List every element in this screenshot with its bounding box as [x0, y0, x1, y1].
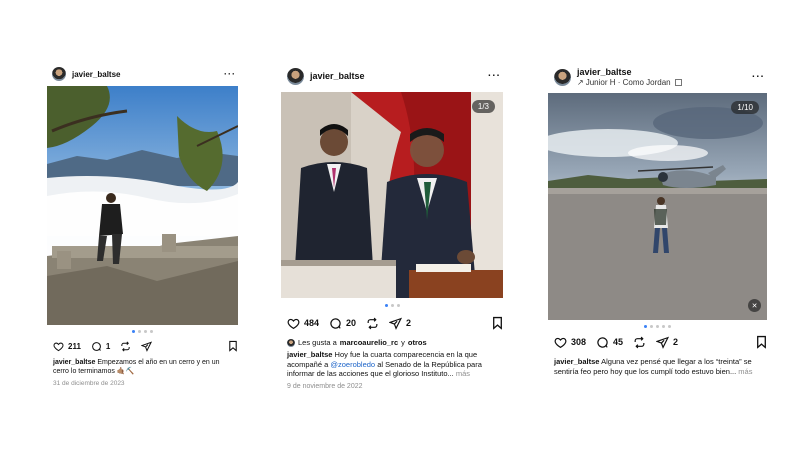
- carousel-dot: [650, 325, 653, 328]
- repost-action[interactable]: [366, 317, 379, 330]
- liked-by: Les gusta a marcoaurelio_rc y otros: [281, 338, 503, 348]
- carousel-dot: [132, 330, 135, 333]
- bookmark-icon[interactable]: [756, 335, 767, 349]
- comment-count: 45: [613, 337, 624, 347]
- username[interactable]: javier_baltse: [310, 71, 365, 81]
- carousel-dot: [144, 330, 147, 333]
- repost-icon[interactable]: [120, 341, 131, 352]
- comment-action[interactable]: 45: [596, 336, 623, 349]
- post-date: 31 de diciembre de 2023: [53, 380, 125, 388]
- post-image[interactable]: [47, 86, 238, 325]
- more-options-icon[interactable]: ···: [488, 71, 501, 82]
- like-count: 211: [68, 341, 81, 351]
- avatar[interactable]: [52, 67, 66, 81]
- comment-action[interactable]: 20: [329, 317, 356, 330]
- post-2: javier_baltse ··· 1/3 484 20 2 Les gusta…: [281, 62, 503, 392]
- like-count: 308: [571, 337, 587, 347]
- post-date: 9 de noviembre de 2022: [287, 383, 363, 390]
- carousel-dots: [47, 330, 238, 333]
- carousel-dot: [150, 330, 153, 333]
- username[interactable]: javier_baltse: [577, 67, 682, 77]
- comment-action[interactable]: 1: [91, 341, 110, 352]
- post-image[interactable]: 1/10 ✕: [548, 93, 767, 320]
- share-count: 2: [406, 318, 412, 328]
- post-actions: 211 1: [47, 339, 238, 353]
- like-action[interactable]: 308: [554, 336, 586, 349]
- audio-badge-icon: [674, 79, 682, 86]
- carousel-dots: [281, 304, 503, 307]
- carousel-dot: [668, 325, 671, 328]
- liker-avatar[interactable]: [287, 338, 295, 347]
- share-action[interactable]: 2: [656, 336, 678, 349]
- carousel-dot: [656, 325, 659, 328]
- mute-icon[interactable]: ✕: [748, 299, 761, 312]
- caption: javier_baltse Hoy fue la cuarta comparec…: [281, 350, 503, 379]
- liked-by-user[interactable]: marcoaurelio_rc: [340, 338, 398, 348]
- like-count: 484: [304, 318, 320, 328]
- carousel-dot: [390, 304, 394, 307]
- share-action[interactable]: [141, 341, 153, 352]
- caption-mention[interactable]: @zoerobledo: [330, 360, 375, 369]
- share-icon[interactable]: [656, 336, 670, 349]
- caption-username[interactable]: javier_baltse: [53, 359, 95, 366]
- post-actions: 308 45 2: [548, 334, 767, 350]
- share-icon[interactable]: [141, 341, 153, 352]
- carousel-dots: [548, 325, 767, 328]
- post-actions: 484 20 2: [281, 315, 503, 331]
- avatar[interactable]: [287, 67, 304, 85]
- liked-by-suffix: y: [401, 338, 405, 347]
- repost-action[interactable]: [120, 341, 131, 352]
- comment-count: 1: [105, 341, 111, 351]
- audio-track[interactable]: ↗ Junior H · Como Jordan: [577, 78, 682, 87]
- more-options-icon[interactable]: ···: [224, 69, 236, 79]
- senate-photo: [281, 92, 503, 298]
- audio-track-label: Junior H · Como Jordan: [585, 78, 671, 87]
- carousel-dot: [644, 325, 647, 328]
- repost-action[interactable]: [633, 336, 646, 349]
- comment-count: 20: [346, 318, 357, 328]
- bookmark-icon[interactable]: [492, 316, 503, 330]
- carousel-counter: 1/3: [471, 100, 495, 113]
- post-header: javier_baltse ···: [47, 63, 238, 85]
- post-3: javier_baltse ↗ Junior H · Como Jordan ·…: [548, 62, 767, 392]
- carousel-dot: [138, 330, 141, 333]
- mountain-photo: [47, 86, 238, 325]
- username[interactable]: javier_baltse: [72, 70, 120, 79]
- heart-icon[interactable]: [287, 317, 300, 330]
- liked-by-prefix: Les gusta a: [298, 338, 337, 347]
- like-action[interactable]: 484: [287, 317, 319, 330]
- carousel-dot: [662, 325, 665, 328]
- liked-by-others[interactable]: otros: [408, 338, 427, 348]
- comment-icon[interactable]: [329, 317, 342, 330]
- caption-username[interactable]: javier_baltse: [554, 357, 599, 366]
- caption-more[interactable]: más: [456, 369, 470, 378]
- repost-icon[interactable]: [633, 336, 646, 349]
- post-1: javier_baltse ··· 211 1 javier_baltse Em…: [47, 63, 238, 393]
- caption: javier_baltse Alguna vez pensé que llega…: [548, 357, 767, 377]
- share-icon[interactable]: [389, 317, 403, 330]
- carousel-dot: [384, 304, 388, 307]
- repost-icon[interactable]: [366, 317, 379, 330]
- carousel-counter: 1/10: [731, 101, 759, 114]
- bookmark-icon[interactable]: [228, 340, 238, 352]
- heart-icon[interactable]: [554, 336, 567, 349]
- carousel-dot: [396, 304, 400, 307]
- post-header: javier_baltse ···: [281, 62, 503, 90]
- post-header: javier_baltse ↗ Junior H · Como Jordan ·…: [548, 62, 767, 92]
- caption-more[interactable]: más: [738, 367, 752, 376]
- heart-icon[interactable]: [53, 341, 64, 352]
- caption-username[interactable]: javier_baltse: [287, 350, 332, 359]
- share-count: 2: [673, 337, 679, 347]
- audio-arrow-icon: ↗: [577, 78, 584, 87]
- helipad-photo: [548, 93, 767, 320]
- comment-icon[interactable]: [91, 341, 102, 352]
- post-image[interactable]: 1/3: [281, 92, 503, 298]
- like-action[interactable]: 211: [53, 341, 81, 352]
- avatar[interactable]: [554, 68, 571, 86]
- caption: javier_baltse Empezamos el año en un cer…: [47, 358, 238, 376]
- share-action[interactable]: 2: [389, 317, 411, 330]
- comment-icon[interactable]: [596, 336, 609, 349]
- more-options-icon[interactable]: ···: [752, 72, 765, 83]
